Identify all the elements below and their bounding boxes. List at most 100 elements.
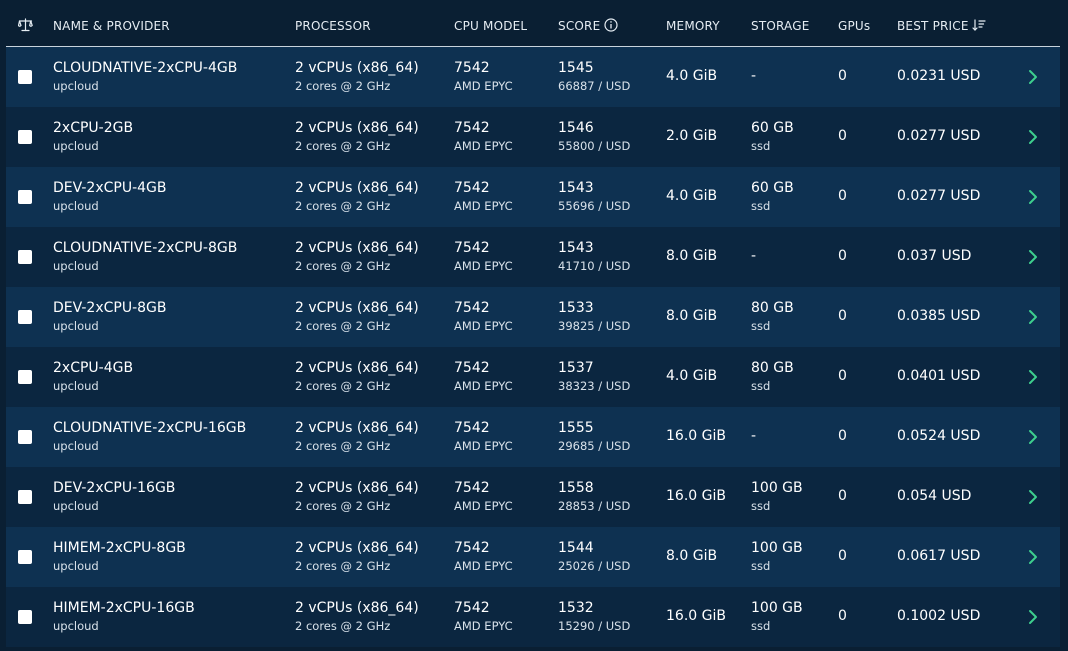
provider-name: upcloud xyxy=(53,619,99,633)
table-row[interactable]: CLOUDNATIVE-2xCPU-8GB upcloud 2 vCPUs (x… xyxy=(6,227,1060,287)
storage-size: 100 GB xyxy=(751,480,803,496)
best-price: 0.1002 USD xyxy=(897,608,981,624)
table-row[interactable]: CLOUDNATIVE-2xCPU-16GB upcloud 2 vCPUs (… xyxy=(6,407,1060,467)
chevron-right-icon[interactable] xyxy=(1026,307,1040,327)
table-row[interactable]: HIMEM-2xCPU-8GB upcloud 2 vCPUs (x86_64)… xyxy=(6,527,1060,587)
vcpu-count: 2 vCPUs (x86_64) xyxy=(295,360,419,376)
score-value: 1546 xyxy=(558,120,594,136)
compare-checkbox[interactable] xyxy=(18,250,32,264)
cpu-model-number: 7542 xyxy=(454,60,490,76)
score-cell: 1533 39825 / USD xyxy=(558,300,630,333)
score-per-usd: 39825 / USD xyxy=(558,319,631,333)
processor-cell: 2 vCPUs (x86_64) 2 cores @ 2 GHz xyxy=(295,240,419,273)
header-processor[interactable]: PROCESSOR xyxy=(295,6,371,46)
header-memory[interactable]: MEMORY xyxy=(666,6,720,46)
storage-size: 60 GB xyxy=(751,180,794,196)
score-cell: 1546 55800 / USD xyxy=(558,120,630,153)
header-storage[interactable]: STORAGE xyxy=(751,6,810,46)
cpu-model-cell: 7542 AMD EPYC xyxy=(454,300,513,333)
table-row[interactable]: HIMEM-2xCPU-16GB upcloud 2 vCPUs (x86_64… xyxy=(6,587,1060,647)
cpu-cores-speed: 2 cores @ 2 GHz xyxy=(295,139,391,153)
storage-type: ssd xyxy=(751,199,771,213)
score-per-usd: 55696 / USD xyxy=(558,199,631,213)
header-score-cell[interactable]: SCORE xyxy=(558,6,618,46)
cpu-vendor: AMD EPYC xyxy=(454,379,513,393)
header-score[interactable]: SCORE xyxy=(558,19,600,33)
chevron-right-icon[interactable] xyxy=(1026,607,1040,627)
cpu-vendor: AMD EPYC xyxy=(454,499,513,513)
name-cell: DEV-2xCPU-16GB upcloud xyxy=(53,480,175,513)
header-name-provider[interactable]: NAME & PROVIDER xyxy=(53,6,170,46)
chevron-right-icon[interactable] xyxy=(1026,187,1040,207)
gpu-count: 0 xyxy=(838,68,847,84)
name-cell: 2xCPU-2GB upcloud xyxy=(53,120,133,153)
provider-name: upcloud xyxy=(53,379,99,393)
cpu-cores-speed: 2 cores @ 2 GHz xyxy=(295,559,391,573)
memory-value: 8.0 GiB xyxy=(666,548,718,564)
table-row[interactable]: 2xCPU-4GB upcloud 2 vCPUs (x86_64) 2 cor… xyxy=(6,347,1060,407)
score-per-usd: 29685 / USD xyxy=(558,439,631,453)
score-cell: 1532 15290 / USD xyxy=(558,600,630,633)
vcpu-count: 2 vCPUs (x86_64) xyxy=(295,180,419,196)
compare-checkbox[interactable] xyxy=(18,370,32,384)
chevron-right-icon[interactable] xyxy=(1026,487,1040,507)
storage-cell: 100 GB ssd xyxy=(751,600,803,633)
compare-checkbox[interactable] xyxy=(18,430,32,444)
storage-cell: 100 GB ssd xyxy=(751,540,803,573)
gpu-count: 0 xyxy=(838,608,847,624)
compare-checkbox[interactable] xyxy=(18,130,32,144)
cpu-model-number: 7542 xyxy=(454,600,490,616)
compare-checkbox[interactable] xyxy=(18,70,32,84)
cpu-model-number: 7542 xyxy=(454,240,490,256)
compare-checkbox[interactable] xyxy=(18,550,32,564)
cpu-cores-speed: 2 cores @ 2 GHz xyxy=(295,379,391,393)
score-per-usd: 38323 / USD xyxy=(558,379,631,393)
provider-name: upcloud xyxy=(53,319,99,333)
header-best-price-cell[interactable]: BEST PRICE xyxy=(897,6,986,46)
chevron-right-icon[interactable] xyxy=(1026,67,1040,87)
storage-cell: - xyxy=(751,248,756,264)
instance-name: HIMEM-2xCPU-16GB xyxy=(53,600,195,616)
chevron-right-icon[interactable] xyxy=(1026,547,1040,567)
compare-checkbox[interactable] xyxy=(18,310,32,324)
instance-name: DEV-2xCPU-8GB xyxy=(53,300,167,316)
cpu-vendor: AMD EPYC xyxy=(454,259,513,273)
processor-cell: 2 vCPUs (x86_64) 2 cores @ 2 GHz xyxy=(295,540,419,573)
header-best-price[interactable]: BEST PRICE xyxy=(897,19,969,33)
vcpu-count: 2 vCPUs (x86_64) xyxy=(295,60,419,76)
cpu-model-cell: 7542 AMD EPYC xyxy=(454,60,513,93)
score-value: 1532 xyxy=(558,600,594,616)
storage-size: 60 GB xyxy=(751,120,794,136)
storage-cell: 80 GB ssd xyxy=(751,300,794,333)
table-row[interactable]: 2xCPU-2GB upcloud 2 vCPUs (x86_64) 2 cor… xyxy=(6,107,1060,167)
cpu-model-cell: 7542 AMD EPYC xyxy=(454,180,513,213)
table-row[interactable]: CLOUDNATIVE-2xCPU-4GB upcloud 2 vCPUs (x… xyxy=(6,47,1060,107)
header-cpu-model[interactable]: CPU MODEL xyxy=(454,6,527,46)
chevron-right-icon[interactable] xyxy=(1026,367,1040,387)
chevron-right-icon[interactable] xyxy=(1026,247,1040,267)
chevron-right-icon[interactable] xyxy=(1026,427,1040,447)
table-row[interactable]: DEV-2xCPU-16GB upcloud 2 vCPUs (x86_64) … xyxy=(6,467,1060,527)
cpu-model-number: 7542 xyxy=(454,360,490,376)
table-row[interactable]: DEV-2xCPU-4GB upcloud 2 vCPUs (x86_64) 2… xyxy=(6,167,1060,227)
compare-checkbox[interactable] xyxy=(18,610,32,624)
storage-type: ssd xyxy=(751,559,771,573)
storage-size: 100 GB xyxy=(751,540,803,556)
best-price: 0.037 USD xyxy=(897,248,972,264)
cpu-cores-speed: 2 cores @ 2 GHz xyxy=(295,319,391,333)
memory-value: 16.0 GiB xyxy=(666,428,726,444)
compare-checkbox[interactable] xyxy=(18,190,32,204)
info-icon[interactable] xyxy=(604,18,618,32)
compare-column-header[interactable] xyxy=(17,6,33,46)
vcpu-count: 2 vCPUs (x86_64) xyxy=(295,300,419,316)
table-row[interactable]: DEV-2xCPU-8GB upcloud 2 vCPUs (x86_64) 2… xyxy=(6,287,1060,347)
compare-checkbox[interactable] xyxy=(18,490,32,504)
processor-cell: 2 vCPUs (x86_64) 2 cores @ 2 GHz xyxy=(295,600,419,633)
balance-scale-icon[interactable] xyxy=(17,18,33,32)
instance-name: DEV-2xCPU-16GB xyxy=(53,480,176,496)
header-gpus[interactable]: GPUs xyxy=(838,6,870,46)
chevron-right-icon[interactable] xyxy=(1026,127,1040,147)
sort-ascending-icon[interactable] xyxy=(972,19,986,31)
score-per-usd: 41710 / USD xyxy=(558,259,631,273)
vcpu-count: 2 vCPUs (x86_64) xyxy=(295,240,419,256)
